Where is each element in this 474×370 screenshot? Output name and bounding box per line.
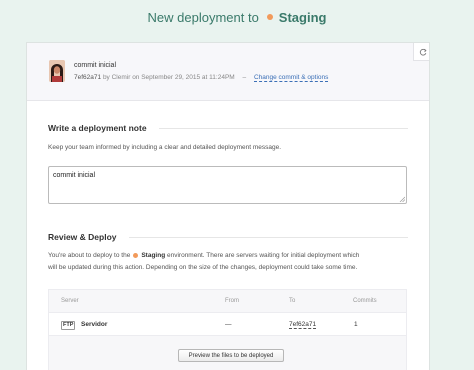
review-section-heading: Review & Deploy [48,232,117,242]
review-desc-after: environment. There are servers waiting f… [166,252,360,259]
to-revision: 7ef62a71 [289,321,317,329]
server-name: Servidor [81,321,108,328]
refresh-button[interactable] [413,43,429,61]
page-title: New deployment to Staging [0,0,474,34]
commit-message: commit inicial [74,62,117,69]
ftp-protocol-badge: FTP [61,321,76,330]
commit-author-date: by Clemir on September 29, 2015 at 11:24… [102,74,235,81]
column-header-server: Server [61,298,79,304]
review-description: You're about to deploy to the Staging env… [48,250,408,274]
review-desc-line2: will be updated during this action. Depe… [48,264,358,271]
environment-status-dot [266,14,273,20]
deployment-panel: commit inicial 7ef62a71 by Clemir on Sep… [26,42,430,370]
review-section-title: Review & Deploy [48,232,408,242]
environment-name: Staging [278,9,327,25]
review-environment-name: Staging [141,252,166,259]
environment-status-dot [133,252,139,258]
review-desc-before: You're about to deploy to the [48,252,131,259]
commit-count: 1 [354,321,358,328]
commit-summary: commit inicial 7ef62a71 by Clemir on Sep… [27,43,429,101]
note-section-title: Write a deployment note [48,123,408,133]
avatar [49,60,65,82]
column-header-to: To [289,298,296,304]
preview-files-button[interactable]: Preview the files to be deployed [178,349,284,362]
refresh-icon [419,48,427,55]
page-title-prefix: New deployment to [147,9,259,25]
section-divider [128,236,408,238]
from-revision: — [225,321,232,328]
column-header-commits: Commits [353,298,377,304]
table-row: FTP Servidor — 7ef62a71 1 [49,312,406,336]
note-section-heading: Write a deployment note [48,123,147,133]
change-commit-link[interactable]: Change commit & options [253,74,329,82]
meta-separator: – [242,74,247,81]
commit-meta: 7ef62a71 by Clemir on September 29, 2015… [74,74,329,82]
column-header-from: From [225,298,239,304]
commit-sha: 7ef62a71 [74,74,102,81]
section-divider [158,127,408,129]
avatar-image [49,60,65,82]
deployment-note-input[interactable]: commit inicial [48,166,407,204]
servers-table: Server From To Commits FTP Servidor — 7e… [48,289,407,370]
note-description: Keep your team informed by including a c… [48,144,282,151]
